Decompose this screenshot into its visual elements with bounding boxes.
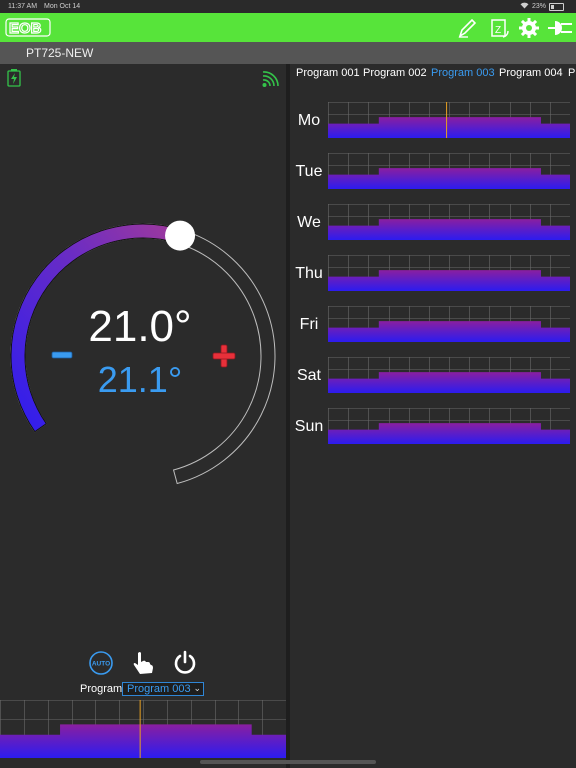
day-schedule-graph[interactable] <box>328 255 570 291</box>
dial-knob[interactable] <box>165 220 196 251</box>
app-toolbar: EOB Z <box>0 13 576 42</box>
today-schedule-graph <box>0 700 286 758</box>
power-icon[interactable] <box>172 650 198 676</box>
setpoint-temperature: 21.0° <box>88 302 192 351</box>
tab-program-5[interactable]: Pr <box>568 67 576 79</box>
chevron-down-icon: ⌄ <box>193 683 201 693</box>
tab-program-4[interactable]: Program 004 <box>499 67 563 79</box>
tab-program-3[interactable]: Program 003 <box>431 67 495 79</box>
device-name: PT725-NEW <box>26 46 94 60</box>
program-select-value: Program 003 <box>127 683 191 695</box>
gear-icon[interactable] <box>518 17 540 39</box>
tab-program-1[interactable]: Program 001 <box>296 67 360 79</box>
tab-program-2[interactable]: Program 002 <box>363 67 427 79</box>
day-schedule-graph[interactable] <box>328 204 570 240</box>
program-selector-row: Program Program 003 ⌄ <box>0 682 286 696</box>
status-date: Mon Oct 14 <box>44 3 81 10</box>
program-label: Program <box>80 683 123 695</box>
mode-buttons: AUTO <box>88 650 198 678</box>
day-label: Sun <box>294 418 324 435</box>
day-schedule-graph[interactable] <box>328 357 570 393</box>
battery-power-icon <box>7 69 21 87</box>
day-label: Sat <box>296 367 321 384</box>
day-schedule-graph[interactable] <box>328 153 570 189</box>
program-select[interactable]: Program 003 ⌄ <box>122 682 204 696</box>
battery-icon <box>549 2 564 11</box>
day-label: Thu <box>295 265 323 282</box>
thermostat-panel: 21.0° 21.1° AUTO Program Program 003 ⌄ <box>0 64 286 768</box>
day-schedule-graph[interactable] <box>328 408 570 444</box>
auto-label: AUTO <box>92 661 110 668</box>
sync-z-icon[interactable]: Z <box>488 17 510 39</box>
status-bar: 11:37 AM Mon Oct 14 23% <box>0 0 576 13</box>
status-right: 23% <box>520 2 564 11</box>
eob-logo: EOB <box>5 18 51 38</box>
increase-button[interactable] <box>210 342 238 370</box>
svg-text:Z: Z <box>495 25 501 36</box>
day-label: Tue <box>295 163 323 180</box>
current-temperature: 21.1° <box>97 359 183 400</box>
plug-icon[interactable] <box>548 17 574 39</box>
decrease-button[interactable] <box>49 344 75 366</box>
status-time: 11:37 AM <box>8 3 38 10</box>
auto-icon[interactable]: AUTO <box>88 650 114 676</box>
day-label: We <box>297 214 321 231</box>
day-schedule-graph[interactable] <box>328 306 570 342</box>
svg-text:EOB: EOB <box>9 20 42 37</box>
pencil-icon[interactable] <box>456 17 478 39</box>
week-schedule-panel: Program 001 Program 002 Program 003 Program… <box>290 64 576 768</box>
device-bar: PT725-NEW <box>0 42 576 64</box>
home-indicator <box>200 760 376 764</box>
battery-percent: 23% <box>531 3 546 10</box>
day-label: Fri <box>299 316 319 333</box>
wireless-signal-icon <box>262 71 279 87</box>
wifi-icon <box>520 2 529 11</box>
day-schedule-graph[interactable] <box>328 102 570 138</box>
hand-icon[interactable] <box>130 650 156 676</box>
day-label: Mo <box>297 112 321 129</box>
